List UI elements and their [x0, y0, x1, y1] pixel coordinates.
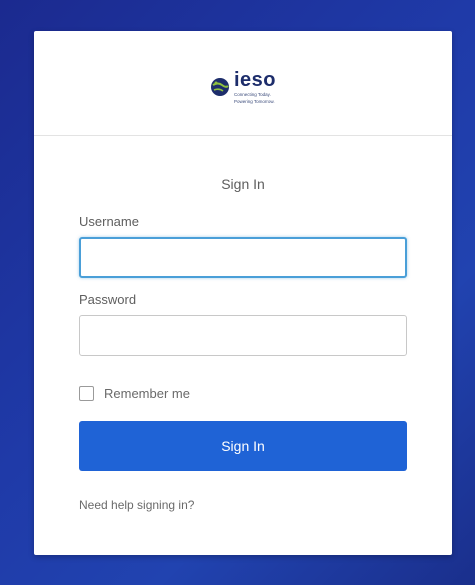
logo-wordmark: ieso [233, 68, 277, 91]
remember-me-checkbox[interactable] [79, 386, 94, 401]
logo-header: ieso Connecting Today. Powering Tomorrow… [34, 31, 452, 136]
password-input[interactable] [79, 315, 407, 356]
logo-tagline-1: Connecting Today. [233, 91, 271, 97]
help-signing-in-link[interactable]: Need help signing in? [79, 498, 407, 512]
page-title: Sign In [221, 176, 265, 192]
username-label: Username [79, 214, 139, 229]
remember-me-row[interactable]: Remember me [79, 386, 407, 401]
ieso-logo: ieso Connecting Today. Powering Tomorrow… [210, 70, 276, 105]
remember-me-label[interactable]: Remember me [104, 386, 190, 401]
password-label: Password [79, 292, 137, 307]
username-input[interactable] [79, 237, 407, 278]
sign-in-card: ieso Connecting Today. Powering Tomorrow… [34, 31, 452, 555]
globe-icon [210, 78, 229, 96]
logo-tagline-2: Powering Tomorrow. [233, 99, 275, 104]
sign-in-form: Username Password Remember me Sign In Ne… [79, 214, 407, 512]
sign-in-button[interactable]: Sign In [79, 421, 407, 471]
